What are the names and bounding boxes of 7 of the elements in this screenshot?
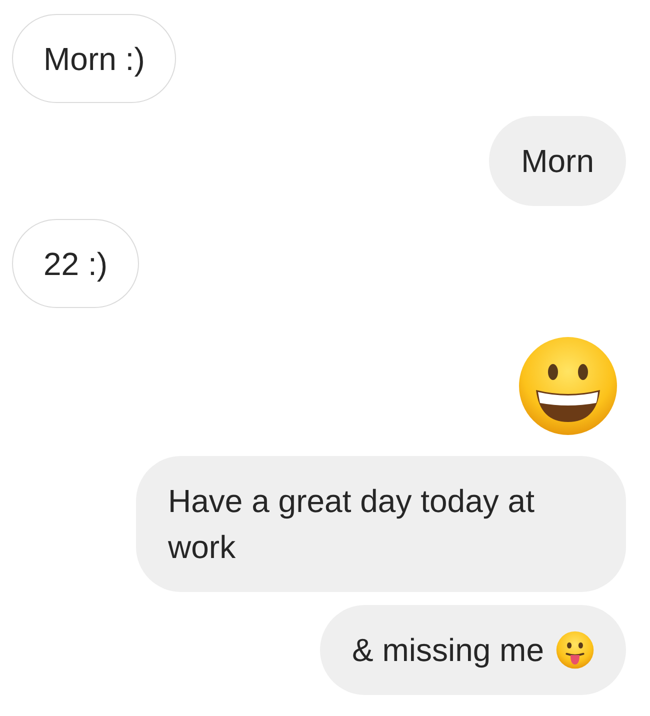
message-text: Have a great day today at work [168,482,536,567]
message-text: Morn :) [44,40,145,79]
message-text: Morn [521,142,594,181]
tongue-face-icon [556,631,594,669]
message-text: & missing me [352,631,544,670]
message-text: 22 :) [44,244,108,284]
grinning-face-icon [518,336,618,436]
